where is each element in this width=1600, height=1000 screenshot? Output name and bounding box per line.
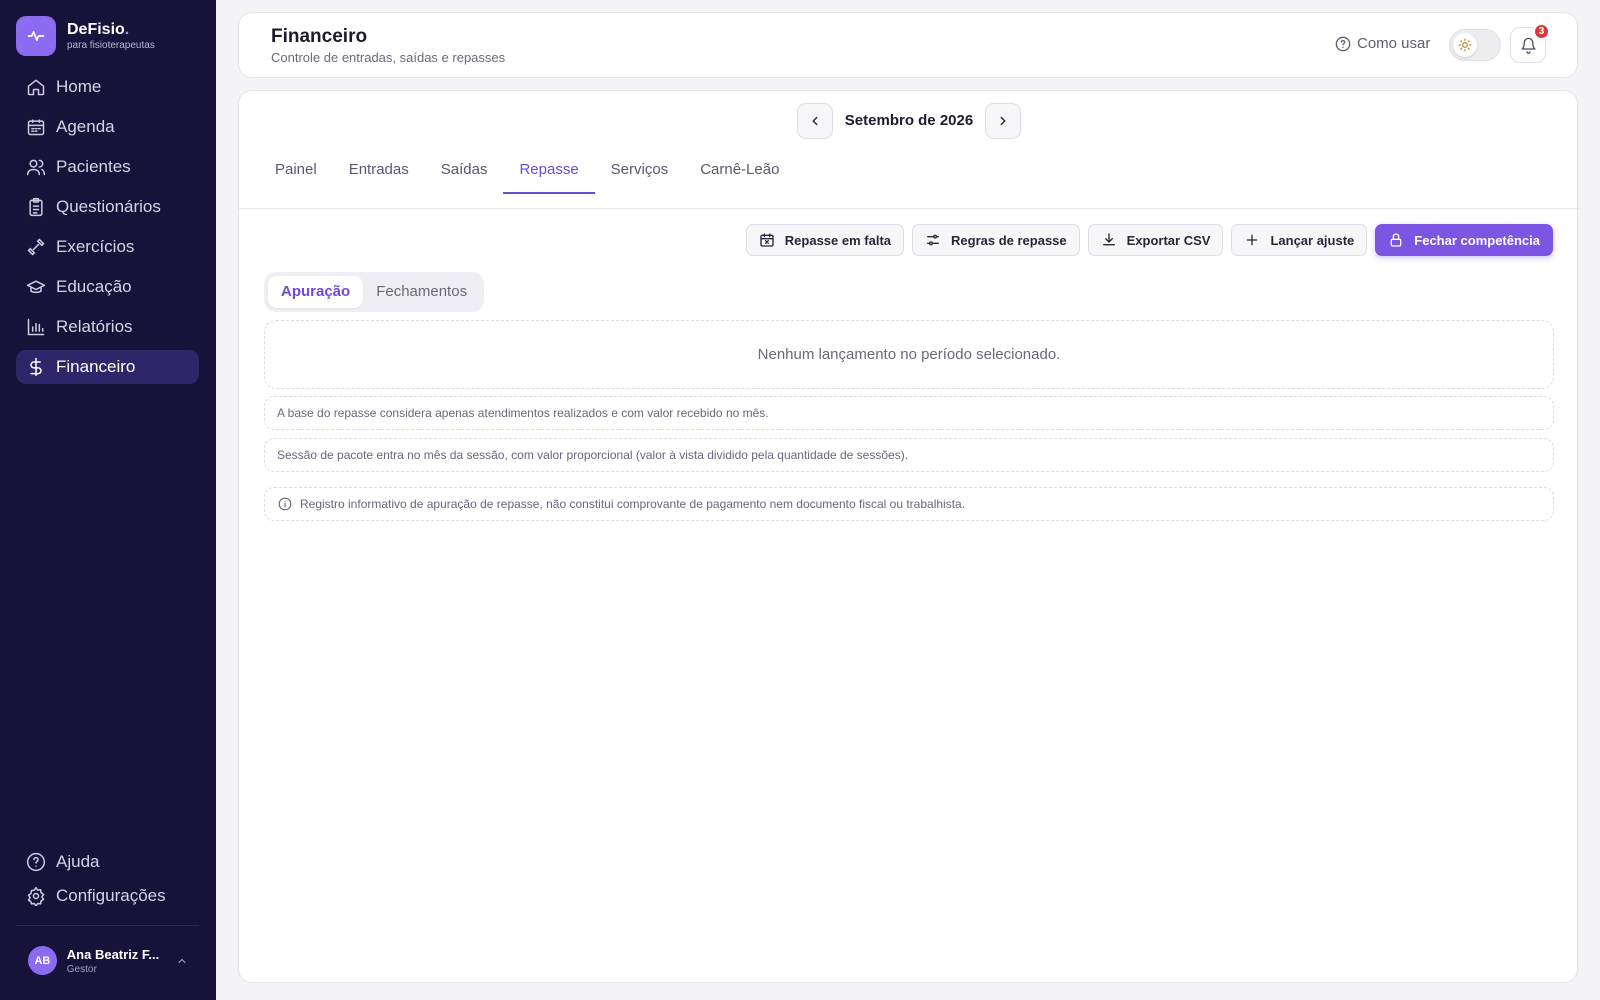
sidebar-item-label: Configurações bbox=[56, 886, 166, 905]
sidebar-item-agenda[interactable]: Agenda bbox=[16, 110, 199, 144]
gear-icon bbox=[26, 886, 46, 906]
bell-icon bbox=[1520, 37, 1537, 54]
lock-icon bbox=[1388, 232, 1404, 248]
calendar-x-icon bbox=[759, 232, 775, 248]
clipboard-icon bbox=[26, 197, 46, 217]
segment-fechamentos[interactable]: Fechamentos bbox=[363, 276, 480, 308]
brand[interactable]: DeFisio. para fisioterapeutas bbox=[16, 16, 155, 56]
page-subtitle: Controle de entradas, saídas e repasses bbox=[271, 50, 506, 65]
brand-dot: . bbox=[124, 20, 130, 38]
month-navigator: Setembro de 2026 bbox=[239, 103, 1579, 139]
sliders-icon bbox=[925, 232, 941, 248]
sidebar-nav: Home Agenda Pacientes Questionários Exer… bbox=[16, 70, 199, 390]
repasse-rules-label: Regras de repasse bbox=[951, 232, 1067, 248]
help-circle-icon bbox=[1335, 36, 1351, 52]
repasse-actions: Repasse em falta Regras de repasse Expor… bbox=[738, 224, 1553, 256]
tab-servicos[interactable]: Serviços bbox=[595, 147, 685, 193]
help-circle-icon bbox=[26, 852, 46, 872]
close-period-label: Fechar competência bbox=[1414, 232, 1540, 248]
user-menu[interactable]: AB Ana Beatriz F... Gestor bbox=[28, 946, 188, 975]
tab-painel[interactable]: Painel bbox=[259, 147, 333, 193]
sidebar-item-configuracoes[interactable]: Configurações bbox=[16, 879, 199, 913]
export-csv-label: Exportar CSV bbox=[1126, 232, 1211, 248]
sidebar-item-questionarios[interactable]: Questionários bbox=[16, 190, 199, 224]
info-note-text: Sessão de pacote entra no mês da sessão,… bbox=[277, 448, 909, 462]
repasse-rules-button[interactable]: Regras de repasse bbox=[912, 224, 1080, 256]
sidebar-item-label: Agenda bbox=[56, 117, 115, 136]
sidebar-item-ajuda[interactable]: Ajuda bbox=[16, 845, 199, 879]
sidebar-item-educacao[interactable]: Educação bbox=[16, 270, 199, 304]
view-segmented-control: Apuração Fechamentos bbox=[264, 272, 485, 312]
calendar-icon bbox=[26, 117, 46, 137]
pulse-logo-icon bbox=[16, 16, 56, 56]
dumbbell-icon bbox=[26, 237, 46, 257]
add-adjustment-label: Lançar ajuste bbox=[1270, 232, 1355, 248]
user-name: Ana Beatriz F... bbox=[66, 946, 160, 962]
finance-tabs: Painel Entradas Saídas Repasse Serviços … bbox=[259, 147, 795, 194]
missing-repasse-button[interactable]: Repasse em falta bbox=[745, 224, 905, 256]
disclaimer-text: Registro informativo de apuração de repa… bbox=[300, 497, 966, 511]
users-icon bbox=[26, 157, 46, 177]
chevron-up-icon bbox=[176, 955, 188, 967]
sidebar-divider bbox=[16, 925, 199, 926]
sidebar-item-label: Pacientes bbox=[56, 157, 131, 176]
info-note-text: A base do repasse considera apenas atend… bbox=[277, 406, 769, 420]
graduation-cap-icon bbox=[26, 277, 46, 297]
notification-count-badge: 3 bbox=[1533, 23, 1550, 40]
sidebar-item-label: Home bbox=[56, 77, 102, 96]
close-period-button[interactable]: Fechar competência bbox=[1375, 224, 1553, 256]
sidebar-item-pacientes[interactable]: Pacientes bbox=[16, 150, 199, 184]
home-icon bbox=[26, 77, 46, 97]
next-month-button[interactable] bbox=[985, 103, 1021, 139]
sidebar: DeFisio. para fisioterapeutas Home Agend… bbox=[0, 0, 216, 1000]
add-adjustment-button[interactable]: Lançar ajuste bbox=[1231, 224, 1368, 256]
download-icon bbox=[1101, 232, 1117, 248]
avatar: AB bbox=[28, 946, 57, 975]
sun-icon bbox=[1453, 33, 1477, 57]
chevron-right-icon bbox=[996, 114, 1010, 128]
tab-entradas[interactable]: Entradas bbox=[333, 147, 425, 193]
sidebar-item-label: Exercícios bbox=[56, 237, 135, 256]
tab-carne-leao[interactable]: Carnê-Leão bbox=[684, 147, 795, 193]
sidebar-item-financeiro[interactable]: Financeiro bbox=[16, 350, 199, 384]
page-header: Financeiro Controle de entradas, saídas … bbox=[238, 12, 1578, 78]
sidebar-item-relatorios[interactable]: Relatórios bbox=[16, 310, 199, 344]
sidebar-bottom-nav: Ajuda Configurações bbox=[16, 845, 199, 913]
info-note: A base do repasse considera apenas atend… bbox=[264, 396, 1554, 430]
sidebar-item-label: Ajuda bbox=[56, 852, 100, 871]
user-role: Gestor bbox=[66, 963, 97, 975]
tab-repasse[interactable]: Repasse bbox=[503, 147, 595, 194]
tab-saidas[interactable]: Saídas bbox=[425, 147, 504, 193]
sidebar-item-label: Financeiro bbox=[56, 357, 136, 376]
main-panel: Setembro de 2026 Painel Entradas Saídas … bbox=[238, 90, 1579, 983]
plus-icon bbox=[1244, 232, 1260, 248]
disclaimer-note: Registro informativo de apuração de repa… bbox=[264, 487, 1554, 521]
notifications-button[interactable]: 3 bbox=[1510, 23, 1550, 63]
segment-apuracao[interactable]: Apuração bbox=[268, 276, 364, 308]
sidebar-item-label: Educação bbox=[56, 277, 132, 296]
how-to-use-label: Como usar bbox=[1357, 35, 1431, 52]
sidebar-item-label: Relatórios bbox=[56, 317, 133, 336]
sidebar-item-label: Questionários bbox=[56, 197, 161, 216]
brand-name: DeFisio bbox=[67, 20, 125, 38]
month-label: Setembro de 2026 bbox=[844, 112, 974, 129]
brand-subtitle: para fisioterapeutas bbox=[67, 39, 155, 51]
bar-chart-icon bbox=[26, 317, 46, 337]
empty-state: Nenhum lançamento no período selecionado… bbox=[264, 320, 1554, 389]
sidebar-item-exercicios[interactable]: Exercícios bbox=[16, 230, 199, 264]
export-csv-button[interactable]: Exportar CSV bbox=[1087, 224, 1224, 256]
how-to-use-link[interactable]: Como usar bbox=[1335, 35, 1430, 52]
empty-state-message: Nenhum lançamento no período selecionado… bbox=[757, 346, 1061, 363]
tabs-divider bbox=[239, 208, 1579, 209]
info-icon bbox=[278, 497, 292, 511]
info-note: Sessão de pacote entra no mês da sessão,… bbox=[264, 438, 1554, 472]
sidebar-item-home[interactable]: Home bbox=[16, 70, 199, 104]
dollar-icon bbox=[26, 357, 46, 377]
page-title: Financeiro bbox=[271, 26, 368, 47]
theme-toggle[interactable] bbox=[1449, 29, 1501, 61]
missing-repasse-label: Repasse em falta bbox=[784, 232, 892, 248]
